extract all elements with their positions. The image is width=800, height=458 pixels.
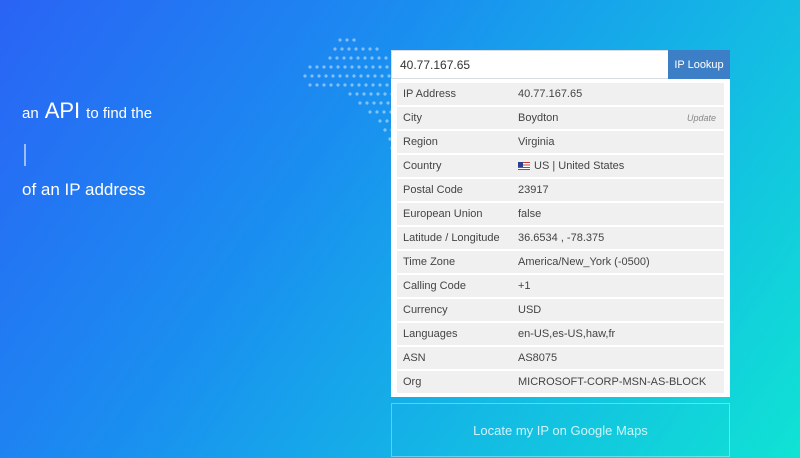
row-value-wrap: US | United States bbox=[518, 160, 724, 172]
hero-prefix: an bbox=[22, 105, 39, 122]
result-row-asn: ASN AS8075 bbox=[397, 347, 724, 369]
hero-line-2: of an IP address bbox=[22, 180, 146, 199]
row-label: Calling Code bbox=[403, 280, 466, 292]
hero-text: an API to find the of an IP address bbox=[22, 98, 152, 200]
row-value: 40.77.167.65 bbox=[518, 88, 583, 100]
result-row-ip-address: IP Address 40.77.167.65 bbox=[397, 83, 724, 105]
row-label: Time Zone bbox=[403, 256, 456, 268]
row-label: City bbox=[403, 112, 422, 124]
update-city-link[interactable]: Update bbox=[687, 113, 716, 123]
row-value: AS8075 bbox=[518, 352, 558, 364]
ip-address-input[interactable] bbox=[391, 50, 668, 79]
row-label: Latitude / Longitude bbox=[403, 232, 500, 244]
google-maps-button[interactable]: Locate my IP on Google Maps bbox=[391, 403, 730, 457]
search-row: IP Lookup bbox=[391, 50, 730, 79]
result-row-city: City Boydton Update bbox=[397, 107, 724, 129]
results-table: IP Address 40.77.167.65 City Boydton Upd… bbox=[391, 79, 730, 397]
row-value: en-US,es-US,haw,fr bbox=[518, 328, 616, 340]
row-label: Region bbox=[403, 136, 438, 148]
result-row-languages: Languages en-US,es-US,haw,fr bbox=[397, 323, 724, 345]
result-row-lat-long: Latitude / Longitude 36.6534 , -78.375 bbox=[397, 227, 724, 249]
us-flag-icon bbox=[518, 162, 530, 170]
result-row-currency: Currency USD bbox=[397, 299, 724, 321]
row-label: Country bbox=[403, 160, 442, 172]
row-value: America/New_York (-0500) bbox=[518, 256, 650, 268]
row-value: 36.6534 , -78.375 bbox=[518, 232, 605, 244]
row-label: ASN bbox=[403, 352, 426, 364]
hero-highlight: API bbox=[44, 98, 81, 123]
row-value: false bbox=[518, 208, 542, 220]
result-row-org: Org MICROSOFT-CORP-MSN-AS-BLOCK bbox=[397, 371, 724, 393]
row-label: Currency bbox=[403, 304, 448, 316]
ip-lookup-button[interactable]: IP Lookup bbox=[668, 50, 730, 79]
ip-lookup-panel: IP Lookup IP Address 40.77.167.65 City B… bbox=[391, 50, 730, 457]
row-label: European Union bbox=[403, 208, 483, 220]
hero-line-1: an API to find the bbox=[22, 98, 152, 124]
result-row-region: Region Virginia bbox=[397, 131, 724, 153]
result-row-time-zone: Time Zone America/New_York (-0500) bbox=[397, 251, 724, 273]
row-value: Virginia bbox=[518, 136, 555, 148]
row-value: 23917 bbox=[518, 184, 549, 196]
row-value: USD bbox=[518, 304, 542, 316]
row-label: IP Address bbox=[403, 88, 456, 100]
result-row-european-union: European Union false bbox=[397, 203, 724, 225]
result-row-calling-code: Calling Code +1 bbox=[397, 275, 724, 297]
result-row-postal-code: Postal Code 23917 bbox=[397, 179, 724, 201]
typing-cursor bbox=[24, 144, 26, 166]
row-value: US | United States bbox=[534, 160, 625, 172]
row-label: Postal Code bbox=[403, 184, 463, 196]
row-value: MICROSOFT-CORP-MSN-AS-BLOCK bbox=[518, 376, 707, 388]
row-label: Org bbox=[403, 376, 422, 388]
hero-suffix: to find the bbox=[86, 105, 153, 122]
row-value: +1 bbox=[518, 280, 531, 292]
result-row-country: Country US | United States bbox=[397, 155, 724, 177]
row-label: Languages bbox=[403, 328, 458, 340]
